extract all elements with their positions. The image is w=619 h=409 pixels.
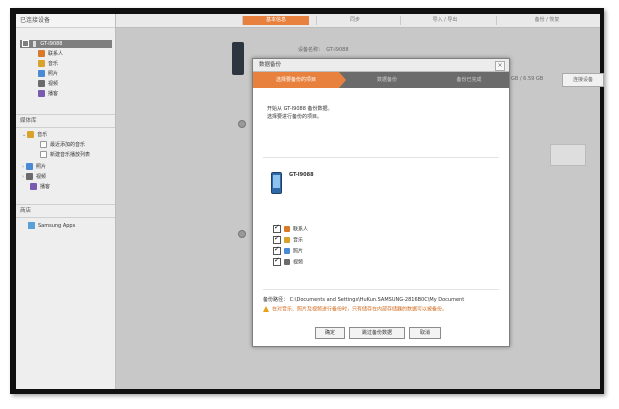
music-icon xyxy=(38,60,45,67)
library-photos[interactable]: › 照片 xyxy=(22,163,46,172)
step-data-backup: 数据备份 xyxy=(376,77,397,83)
sidebar-item-videos[interactable]: 视频 xyxy=(38,80,58,89)
device-name-field: 设备名称： GT-I9088 xyxy=(298,47,349,53)
device-image xyxy=(232,42,244,75)
sidebar-item-label: 视频 xyxy=(36,174,47,180)
sidebar-item-label: 照片 xyxy=(48,71,59,77)
sidebar-item-contacts[interactable]: 联系人 xyxy=(38,50,63,59)
intro-line-1: 开始从 GT-I9088 备份数据。 xyxy=(267,106,333,112)
library-music[interactable]: ⌄ 音乐 xyxy=(22,131,47,140)
store-header: 商店 xyxy=(20,208,32,214)
connect-device-button[interactable]: 连接设备 xyxy=(562,73,604,87)
data-backup-dialog: 数据备份 × 选择要备份的项目 数据备份 备份已完成 开始从 GT-I9088 … xyxy=(252,58,510,347)
music-icon xyxy=(27,131,35,138)
library-podcasts[interactable]: 播客 xyxy=(30,183,50,192)
contacts-icon xyxy=(38,50,45,57)
music-icon xyxy=(284,237,290,243)
sidebar-item-label: 照片 xyxy=(36,164,47,170)
checkbox-photos[interactable]: 照片 xyxy=(273,245,303,256)
checkbox-checked[interactable] xyxy=(273,245,281,255)
tab-import-export[interactable]: 导入 / 导出 xyxy=(400,16,489,25)
library-recent-music[interactable]: 最近添加的音乐 xyxy=(40,141,85,150)
video-icon xyxy=(26,173,33,180)
store-samsung-apps[interactable]: Samsung Apps xyxy=(28,222,75,231)
sidebar-device-gt-i9088[interactable]: GT-I9088 xyxy=(20,40,112,48)
library-header: 媒体库 xyxy=(20,118,37,124)
close-icon[interactable]: × xyxy=(495,61,505,71)
warning-icon xyxy=(263,306,269,312)
connected-devices-header: 已连接设备 xyxy=(16,14,115,28)
podcast-icon xyxy=(30,183,37,190)
sidebar-item-label: Samsung Apps xyxy=(38,223,76,229)
sidebar-item-label: 播客 xyxy=(48,91,59,97)
top-tab-bar: 基本信息 同步 导入 / 导出 备份 / 恢复 xyxy=(116,14,600,28)
radio-option[interactable] xyxy=(238,120,246,128)
podcast-icon xyxy=(38,90,45,97)
checkbox-checked[interactable] xyxy=(273,234,281,244)
sidebar-item-label: 视频 xyxy=(48,81,59,87)
sidebar-device-label: GT-I9088 xyxy=(40,41,63,47)
samsung-apps-icon xyxy=(28,222,35,229)
playlist-icon xyxy=(40,151,47,158)
sidebar: 已连接设备 GT-I9088 联系人 音乐 照片 视频 播客 媒体库 ⌄ 音乐 最… xyxy=(16,14,116,389)
checkbox-checked[interactable] xyxy=(273,223,281,233)
device-label: GT-I9088 xyxy=(289,172,314,178)
storage-readout: GB / 6.59 GB xyxy=(511,76,544,82)
intro-line-2: 选择要进行备份的项目。 xyxy=(267,114,323,120)
sidebar-item-podcasts[interactable]: 播客 xyxy=(38,90,58,99)
playlist-icon xyxy=(40,141,47,148)
divider xyxy=(16,204,115,205)
step-select-items: 选择要备份的项目 xyxy=(253,72,339,88)
photo-icon xyxy=(26,163,33,170)
dialog-title-bar: 数据备份 × xyxy=(253,59,509,72)
photo-icon xyxy=(38,70,45,77)
checkbox-checked[interactable] xyxy=(273,256,281,266)
chevron-down-icon[interactable]: ⌄ xyxy=(22,132,26,138)
backup-warning: 在对音乐、照片及视频进行备份时，只有储存在内部存储器的数据可以被备份。 xyxy=(263,306,499,314)
video-icon xyxy=(284,259,290,265)
divider xyxy=(263,157,499,158)
checkbox-music[interactable]: 音乐 xyxy=(273,234,303,245)
wizard-steps: 选择要备份的项目 数据备份 备份已完成 xyxy=(253,72,509,88)
phone-icon xyxy=(32,40,36,47)
divider xyxy=(263,289,499,290)
sidebar-item-music[interactable]: 音乐 xyxy=(38,60,58,69)
sidebar-item-label: 音乐 xyxy=(37,132,48,138)
video-icon xyxy=(38,80,45,87)
library-new-playlist[interactable]: 新建音乐播放列表 xyxy=(40,151,90,160)
step-arrow-icon xyxy=(339,72,346,88)
sidebar-item-label: 音乐 xyxy=(48,61,59,67)
radio-option[interactable] xyxy=(238,230,246,238)
confirm-button[interactable]: 确定 xyxy=(315,327,345,339)
checkbox-contacts[interactable]: 联系人 xyxy=(273,223,308,234)
info-panel xyxy=(550,144,586,166)
sidebar-item-label: 联系人 xyxy=(48,51,64,57)
phone-icon xyxy=(271,172,282,194)
skip-backup-button[interactable]: 跳过备份数据 xyxy=(349,327,405,339)
expand-toggle-icon[interactable] xyxy=(22,40,29,47)
divider xyxy=(16,127,115,128)
photo-icon xyxy=(284,248,290,254)
tab-sync[interactable]: 同步 xyxy=(316,16,393,25)
sidebar-item-photos[interactable]: 照片 xyxy=(38,70,58,79)
tab-basic-info[interactable]: 基本信息 xyxy=(242,16,309,25)
step-backup-complete: 备份已完成 xyxy=(456,77,482,83)
library-videos[interactable]: › 视频 xyxy=(22,173,46,182)
contacts-icon xyxy=(284,226,290,232)
checkbox-videos[interactable]: 视频 xyxy=(273,256,303,267)
dialog-title: 数据备份 xyxy=(259,62,282,68)
sidebar-item-label: 新建音乐播放列表 xyxy=(50,152,91,158)
divider xyxy=(16,114,115,115)
divider xyxy=(16,217,115,218)
cancel-button[interactable]: 取消 xyxy=(409,327,441,339)
backup-path-value[interactable]: C:\Documents and Settings\HuKun.SAMSUNG-… xyxy=(290,297,465,303)
tab-backup-restore[interactable]: 备份 / 恢复 xyxy=(496,16,597,25)
chevron-right-icon[interactable]: › xyxy=(22,164,24,170)
chevron-right-icon[interactable]: › xyxy=(22,174,24,180)
sidebar-item-label: 播客 xyxy=(40,184,51,190)
backup-path: 备份路径： C:\Documents and Settings\HuKun.SA… xyxy=(263,297,465,303)
sidebar-item-label: 最近添加的音乐 xyxy=(50,142,86,148)
